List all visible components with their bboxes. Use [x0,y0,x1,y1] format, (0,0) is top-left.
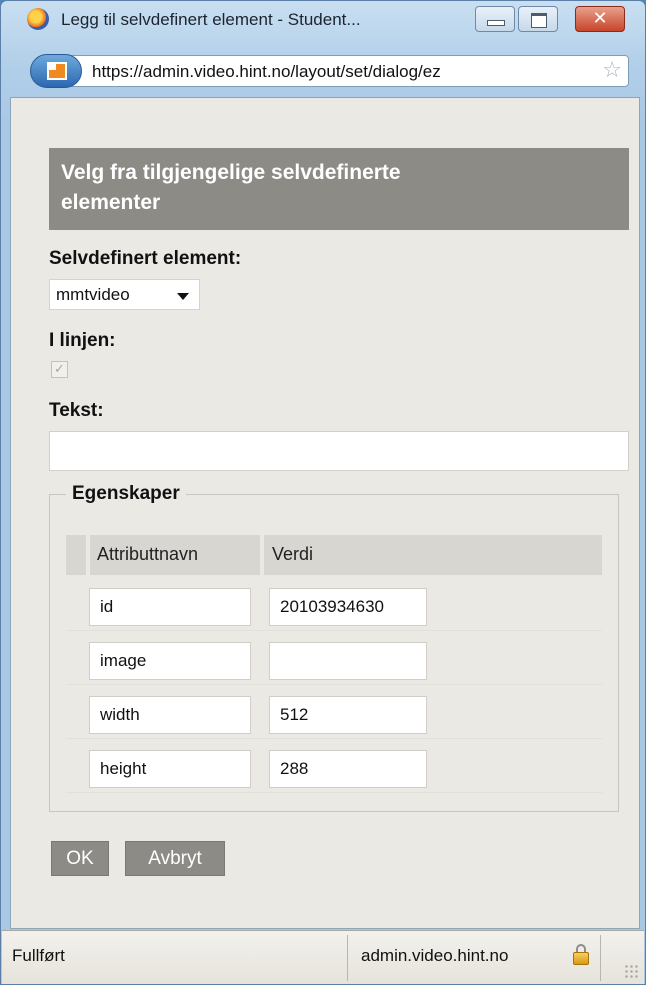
status-domain[interactable]: admin.video.hint.no [361,946,508,966]
browser-window: Legg til selvdefinert element - Student.… [0,0,646,985]
attribute-name-image[interactable]: image [89,642,251,680]
text-input[interactable] [49,431,629,471]
minimize-button[interactable] [475,6,515,32]
bookmark-star-icon[interactable]: ☆ [602,58,622,84]
properties-legend: Egenskaper [66,483,186,505]
element-label: Selvdefinert element: [49,248,242,269]
attribute-value-image[interactable] [269,642,427,680]
text-label: Tekst: [49,400,104,421]
attribute-name-id[interactable]: id [89,588,251,626]
status-text: Fullført [12,946,65,965]
heading-line-2: elementer [61,191,161,214]
checkmark-icon: ✓ [54,362,65,377]
element-select[interactable]: mmtvideo [49,279,200,310]
url-text[interactable]: https://admin.video.hint.no/layout/set/d… [92,62,602,82]
dialog-content: Velg fra tilgjengelige selvdefinerte ele… [10,97,640,929]
column-header-value: Verdi [272,544,314,564]
minimize-icon [487,20,505,26]
inline-checkbox[interactable]: ✓ [51,361,68,378]
close-button[interactable]: ✕ [575,6,625,32]
column-header-name: Attributtnavn [97,544,199,564]
title-bar[interactable]: Legg til selvdefinert element - Student.… [1,1,645,39]
dropdown-arrow-icon [177,293,189,300]
cancel-button[interactable]: Avbryt [125,841,225,876]
element-select-value: mmtvideo [56,285,130,304]
address-bar[interactable]: https://admin.video.hint.no/layout/set/d… [30,54,629,88]
site-identity-icon [47,62,67,80]
attribute-name-width[interactable]: width [89,696,251,734]
attribute-value-height[interactable]: 288 [269,750,427,788]
maximize-icon [531,13,547,28]
table-header: Attributtnavn Verdi [66,535,602,575]
window-title: Legg til selvdefinert element - Student.… [61,10,361,29]
attribute-value-id[interactable]: 20103934630 [269,588,427,626]
lock-icon[interactable] [573,944,589,966]
ok-button[interactable]: OK [51,841,109,876]
resize-grip-icon[interactable] [624,964,638,978]
attribute-value-width[interactable]: 512 [269,696,427,734]
attribute-name-height[interactable]: height [89,750,251,788]
site-identity-button[interactable] [30,54,82,88]
dialog-heading: Velg fra tilgjengelige selvdefinerte ele… [49,148,629,230]
firefox-icon [27,8,49,30]
close-icon: ✕ [592,8,608,29]
inline-label: I linjen: [49,330,116,351]
maximize-button[interactable] [518,6,558,32]
status-bar: Fullført admin.video.hint.no [2,930,644,984]
heading-line-1: Velg fra tilgjengelige selvdefinerte [61,161,401,184]
